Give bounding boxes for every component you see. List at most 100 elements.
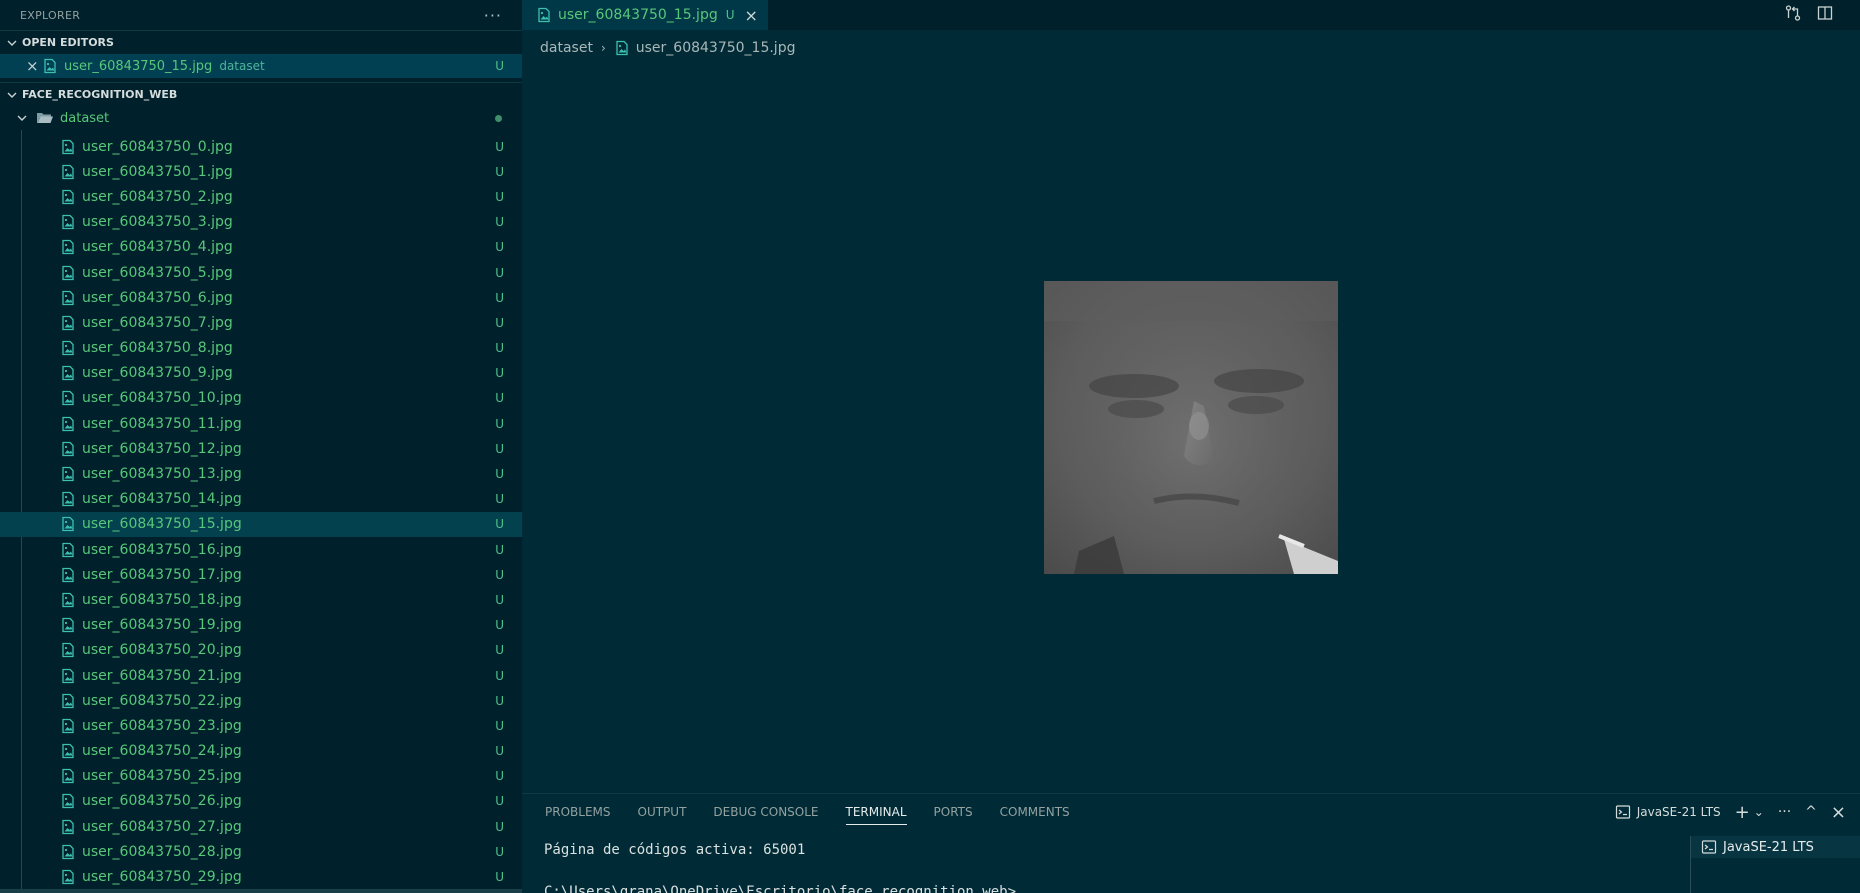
file-item[interactable]: user_60843750_26.jpg U: [0, 789, 522, 814]
file-item[interactable]: user_60843750_6.jpg U: [0, 285, 522, 310]
editor-area: user_60843750_15.jpg U × dataset › user_…: [522, 0, 1860, 793]
file-item[interactable]: user_60843750_2.jpg U: [0, 184, 522, 209]
file-item[interactable]: user_60843750_5.jpg U: [0, 260, 522, 285]
file-item[interactable]: user_60843750_28.jpg U: [0, 839, 522, 864]
file-tree: user_60843750_0.jpg Uuser_60843750_1.jpg U…: [0, 130, 522, 890]
open-editors-label: OPEN EDITORS: [22, 36, 114, 49]
file-item[interactable]: user_60843750_22.jpg U: [0, 688, 522, 713]
panel-tab-debug-console[interactable]: DEBUG CONSOLE: [713, 794, 818, 830]
file-item[interactable]: user_60843750_23.jpg U: [0, 713, 522, 738]
panel-tab-problems[interactable]: PROBLEMS: [545, 794, 611, 830]
file-item[interactable]: user_60843750_15.jpg U: [0, 511, 522, 537]
file-item[interactable]: user_60843750_19.jpg U: [0, 613, 522, 638]
explorer-title: EXPLORER: [20, 8, 81, 22]
breadcrumb-file[interactable]: user_60843750_15.jpg: [636, 40, 796, 56]
file-item[interactable]: user_60843750_25.jpg U: [0, 764, 522, 789]
terminal-list-label: JavaSE-21 LTS: [1723, 839, 1814, 855]
file-item[interactable]: user_60843750_4.jpg U: [0, 235, 522, 260]
untracked-badge: U: [495, 189, 504, 204]
open-editor-item[interactable]: × user_60843750_15.jpg dataset U: [0, 54, 522, 78]
breadcrumb-folder[interactable]: dataset: [540, 40, 593, 56]
folder-dataset[interactable]: dataset: [0, 106, 522, 130]
file-item[interactable]: user_60843750_1.jpg U: [0, 159, 522, 184]
file-label: user_60843750_3.jpg: [82, 214, 233, 231]
more-actions-icon[interactable]: ···: [1778, 804, 1791, 820]
open-changes-icon[interactable]: [1784, 4, 1802, 26]
open-editor-label: user_60843750_15.jpg: [64, 58, 213, 74]
terminal-list-item[interactable]: JavaSE-21 LTS: [1691, 836, 1860, 858]
horizontal-scrollbar[interactable]: [0, 889, 522, 893]
face-image: [1044, 281, 1338, 574]
image-file-icon: [60, 214, 76, 230]
untracked-badge: U: [495, 542, 504, 557]
file-item[interactable]: user_60843750_0.jpg U: [0, 134, 522, 159]
close-icon[interactable]: ×: [745, 6, 758, 25]
file-item[interactable]: user_60843750_16.jpg U: [0, 537, 522, 562]
more-actions-icon[interactable]: ···: [484, 6, 502, 25]
folder-label: dataset: [60, 110, 110, 126]
file-item[interactable]: user_60843750_3.jpg U: [0, 210, 522, 235]
panel-tab-ports[interactable]: PORTS: [934, 794, 973, 830]
untracked-badge: U: [495, 819, 504, 834]
file-item[interactable]: user_60843750_27.jpg U: [0, 814, 522, 839]
untracked-badge: U: [495, 718, 504, 733]
file-label: user_60843750_14.jpg: [82, 491, 242, 508]
file-label: user_60843750_21.jpg: [82, 667, 242, 684]
file-label: user_60843750_5.jpg: [82, 264, 233, 281]
untracked-badge: U: [495, 517, 504, 532]
file-item[interactable]: user_60843750_9.jpg U: [0, 361, 522, 386]
explorer-header: EXPLORER ···: [0, 0, 522, 30]
file-label: user_60843750_9.jpg: [82, 365, 233, 382]
modified-dot: [495, 115, 502, 122]
file-item[interactable]: user_60843750_18.jpg U: [0, 587, 522, 612]
editor-tab-active[interactable]: user_60843750_15.jpg U ×: [522, 0, 768, 30]
untracked-badge: U: [495, 240, 504, 255]
file-item[interactable]: user_60843750_29.jpg U: [0, 864, 522, 889]
close-panel-icon[interactable]: ×: [1831, 802, 1846, 823]
open-editors-header[interactable]: OPEN EDITORS: [0, 30, 522, 54]
editor-tabs: user_60843750_15.jpg U ×: [522, 0, 1860, 30]
bottom-panel: PROBLEMS OUTPUT DEBUG CONSOLE TERMINAL PORTS…: [522, 793, 1860, 893]
image-file-icon: [60, 340, 76, 356]
file-label: user_60843750_16.jpg: [82, 541, 242, 558]
image-file-icon: [60, 315, 76, 331]
panel-tab-output[interactable]: OUTPUT: [638, 794, 687, 830]
file-item[interactable]: user_60843750_8.jpg U: [0, 336, 522, 361]
file-item[interactable]: user_60843750_10.jpg U: [0, 386, 522, 411]
file-item[interactable]: user_60843750_20.jpg U: [0, 638, 522, 663]
file-item[interactable]: user_60843750_21.jpg U: [0, 663, 522, 688]
untracked-badge: U: [495, 492, 504, 507]
split-editor-icon[interactable]: [1816, 4, 1834, 26]
file-item[interactable]: user_60843750_17.jpg U: [0, 562, 522, 587]
file-item[interactable]: user_60843750_12.jpg U: [0, 436, 522, 461]
untracked-badge: U: [495, 794, 504, 809]
tab-label: user_60843750_15.jpg: [558, 7, 718, 23]
image-file-icon: [60, 819, 76, 835]
file-item[interactable]: user_60843750_11.jpg U: [0, 411, 522, 436]
panel-tab-comments[interactable]: COMMENTS: [1000, 794, 1070, 830]
image-file-icon: [60, 365, 76, 381]
terminal-selector[interactable]: JavaSE-21 LTS: [1615, 804, 1721, 820]
file-label: user_60843750_17.jpg: [82, 566, 242, 583]
workspace-header[interactable]: FACE_RECOGNITION_WEB: [0, 82, 522, 106]
image-file-icon: [60, 768, 76, 784]
breadcrumb: dataset › user_60843750_15.jpg: [522, 30, 1860, 66]
editor-actions: [1784, 0, 1834, 30]
image-file-icon: [60, 844, 76, 860]
file-item[interactable]: user_60843750_13.jpg U: [0, 461, 522, 486]
panel-tab-terminal[interactable]: TERMINAL: [845, 794, 907, 830]
folder-open-icon: [36, 110, 54, 126]
file-item[interactable]: user_60843750_14.jpg U: [0, 487, 522, 512]
untracked-badge: U: [495, 769, 504, 784]
image-file-icon: [42, 58, 58, 74]
chevron-down-icon[interactable]: ⌄: [1754, 805, 1764, 819]
new-terminal-icon[interactable]: +: [1735, 802, 1750, 823]
terminal-prompt[interactable]: C:\Users\grana\OneDrive\Escritorio\face_…: [544, 884, 1016, 893]
maximize-panel-icon[interactable]: ^: [1805, 804, 1817, 820]
open-editor-description: dataset: [219, 59, 265, 73]
file-item[interactable]: user_60843750_7.jpg U: [0, 310, 522, 335]
close-icon[interactable]: ×: [26, 57, 42, 75]
untracked-badge: U: [495, 315, 504, 330]
file-item[interactable]: user_60843750_24.jpg U: [0, 739, 522, 764]
terminal-output-line: Página de códigos activa: 65001: [544, 842, 806, 858]
